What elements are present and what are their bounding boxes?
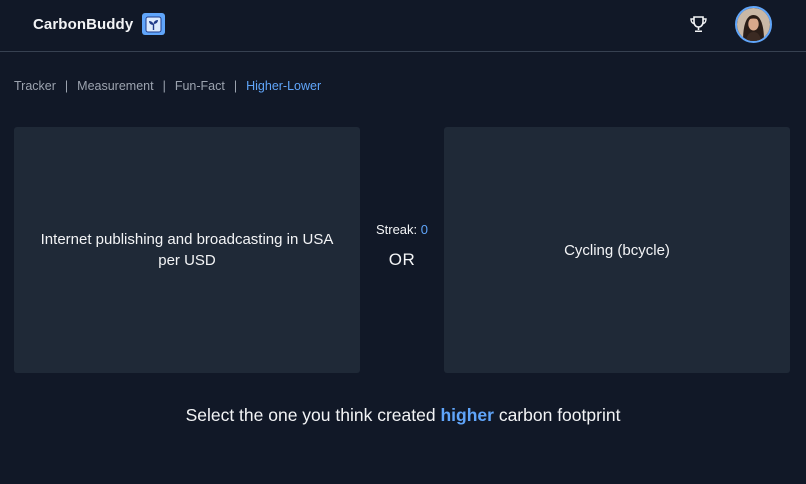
nav-higher-lower[interactable]: Higher-Lower [246,79,321,93]
prompt-before: Select the one you think created [185,405,436,425]
streak-display: Streak: 0 [360,222,444,237]
streak-panel: Streak: 0 OR [360,222,444,270]
left-option-label: Internet publishing and broadcasting in … [40,231,334,269]
breadcrumb-nav: Tracker | Measurement | Fun-Fact | Highe… [14,79,321,93]
nav-fun-fact[interactable]: Fun-Fact [175,79,225,93]
nav-separator: | [64,79,69,93]
left-option-card[interactable]: Internet publishing and broadcasting in … [14,127,360,373]
nav-measurement[interactable]: Measurement [77,79,153,93]
nav-separator: | [233,79,238,93]
prompt-after: carbon footprint [498,405,621,425]
streak-label: Streak: [375,222,418,237]
brand-name[interactable]: CarbonBuddy [33,16,133,33]
right-option-card[interactable]: Cycling (bcycle) [444,127,790,373]
right-option-label: Cycling (bcycle) [564,241,670,259]
prompt-highlight: higher [440,405,494,425]
user-avatar[interactable] [735,6,772,43]
streak-value: 0 [420,222,429,237]
seedling-icon [142,13,166,35]
brand[interactable]: CarbonBuddy [33,13,166,35]
trophy-icon[interactable] [688,14,709,35]
top-header: CarbonBuddy [0,0,806,52]
nav-separator: | [162,79,166,93]
nav-tracker[interactable]: Tracker [14,79,56,93]
instruction-text: Select the one you think created higher … [0,405,806,426]
or-label: OR [388,250,416,269]
